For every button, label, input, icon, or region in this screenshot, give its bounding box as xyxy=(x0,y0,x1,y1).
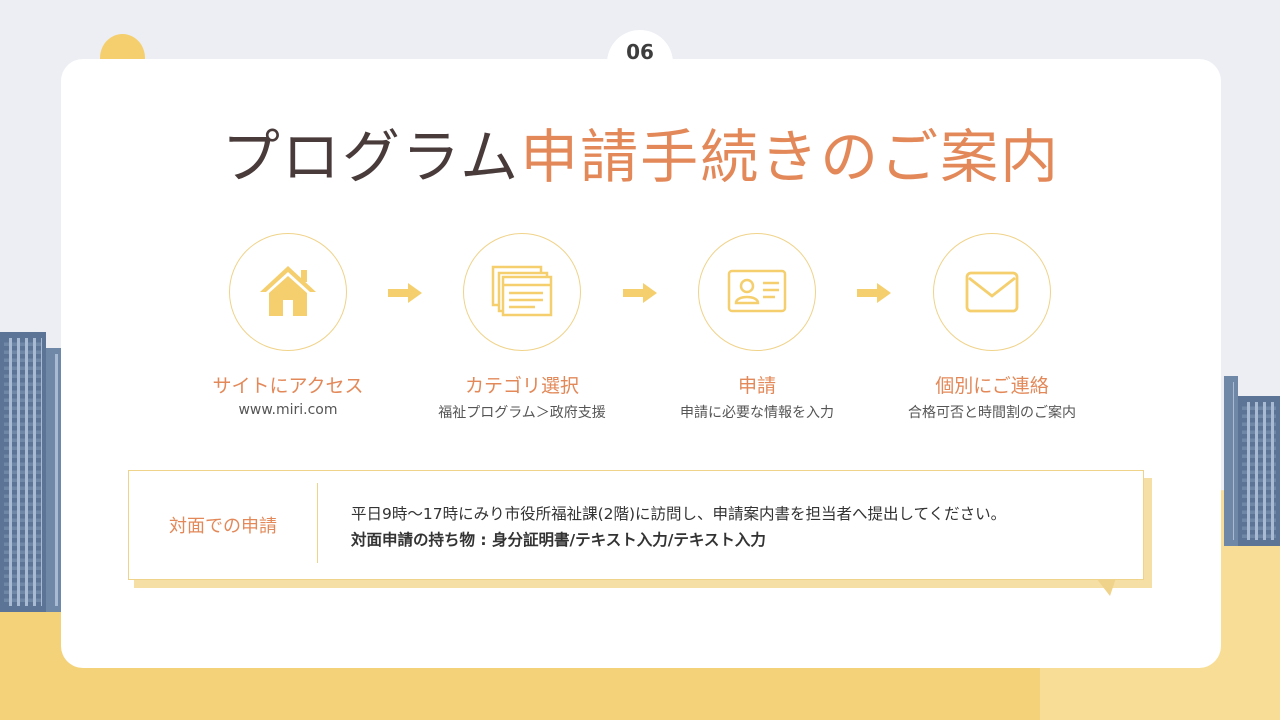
browser-window-icon xyxy=(491,265,553,317)
title-part-1: プログラム xyxy=(221,123,521,191)
step-label: 個別にご連絡 xyxy=(935,375,1049,397)
step-apply: 申請 申請に必要な情報を入力 xyxy=(637,233,877,422)
step-circle xyxy=(463,233,581,351)
house-icon xyxy=(260,266,316,316)
step-label: サイトにアクセス xyxy=(212,375,364,397)
step-category-select: カテゴリ選択 福祉プログラム＞政府支援 xyxy=(402,233,642,422)
id-card-icon xyxy=(727,269,787,313)
building-left-small xyxy=(46,348,62,612)
step-contact: 個別にご連絡 合格可否と時間割のご案内 xyxy=(872,233,1112,422)
step-circle xyxy=(933,233,1051,351)
step-label: カテゴリ選択 xyxy=(464,375,579,397)
envelope-icon xyxy=(965,271,1019,313)
step-sub: 合格可否と時間割のご案内 xyxy=(908,405,1076,421)
building-right-small xyxy=(1224,376,1238,546)
step-circle xyxy=(229,233,347,351)
info-divider xyxy=(317,483,318,563)
info-box: 対面での申請 平日9時〜17時にみり市役所福祉課(2階)に訪問し、申請案内書を担… xyxy=(128,470,1144,580)
info-label: 対面での申請 xyxy=(169,515,277,537)
step-sub: www.miri.com xyxy=(238,402,338,418)
page-title: プログラム申請手続きのご案内 xyxy=(61,120,1221,194)
step-label: 申請 xyxy=(737,375,776,397)
info-line-1: 平日9時〜17時にみり市役所福祉課(2階)に訪問し、申請案内書を担当者へ提出して… xyxy=(351,505,1007,523)
step-sub: 申請に必要な情報を入力 xyxy=(680,405,834,421)
building-left xyxy=(0,332,46,612)
step-circle xyxy=(698,233,816,351)
title-part-2: 申請手続きのご案内 xyxy=(520,123,1061,191)
page-number: 06 xyxy=(626,40,654,64)
building-right xyxy=(1238,396,1280,546)
info-line-2: 対面申請の持ち物 : 身分証明書/テキスト入力/テキスト入力 xyxy=(351,531,766,549)
step-sub: 福祉プログラム＞政府支援 xyxy=(438,405,606,421)
info-text: 平日9時〜17時にみり市役所福祉課(2階)に訪問し、申請案内書を担当者へ提出して… xyxy=(351,501,1131,553)
step-site-access: サイトにアクセス www.miri.com xyxy=(168,233,408,418)
